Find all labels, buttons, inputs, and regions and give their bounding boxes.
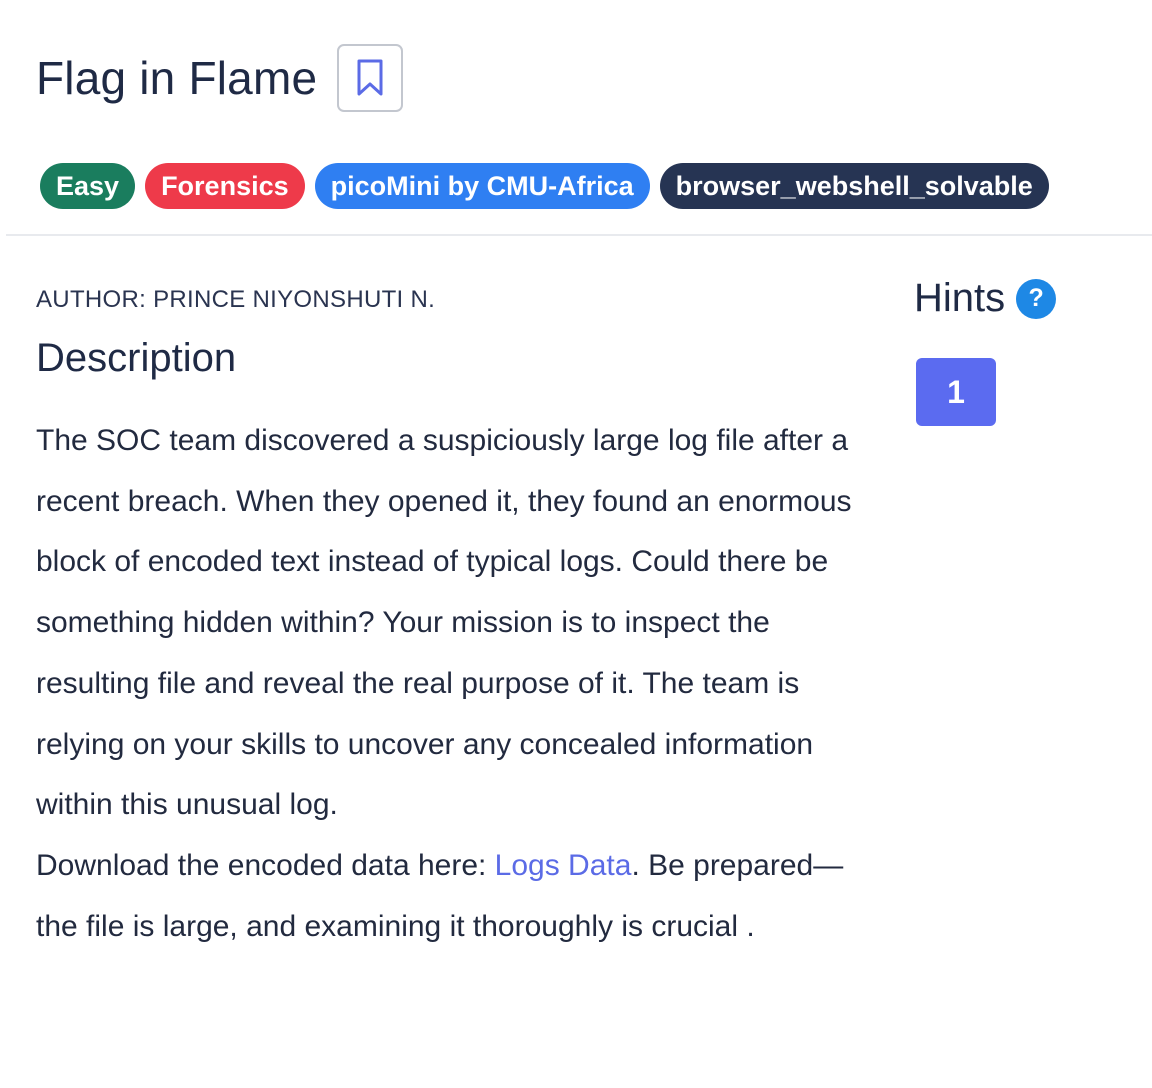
challenge-title: Flag in Flame — [36, 52, 318, 104]
bookmark-icon — [357, 59, 383, 96]
hint-button-1[interactable]: 1 — [916, 358, 996, 426]
tag-event[interactable]: picoMini by CMU-Africa — [314, 163, 650, 209]
tag-list: Easy Forensics picoMini by CMU-Africa br… — [40, 163, 1049, 209]
header-divider — [6, 234, 1152, 236]
bookmark-button[interactable] — [337, 44, 404, 112]
title-row: Flag in Flame — [36, 44, 404, 112]
tag-webshell[interactable]: browser_webshell_solvable — [659, 163, 1049, 209]
tag-difficulty[interactable]: Easy — [40, 163, 136, 209]
description-paragraph: The SOC team discovered a suspiciously l… — [36, 424, 852, 822]
hints-header: Hints ? — [914, 276, 1057, 321]
description-heading: Description — [36, 336, 237, 380]
tag-category[interactable]: Forensics — [145, 163, 305, 209]
author-label: AUTHOR: PRINCE NIYONSHUTI N. — [36, 286, 436, 313]
logs-data-link[interactable]: Logs Data — [495, 849, 632, 882]
challenge-page: Flag in Flame Easy Forensics picoMini by… — [0, 0, 1152, 1088]
download-prefix: Download the encoded data here: — [36, 848, 495, 882]
question-circle-icon[interactable]: ? — [1016, 278, 1057, 319]
download-line: Download the encoded data here: Logs Dat… — [36, 836, 866, 957]
hints-title: Hints — [914, 276, 1006, 320]
description-body: The SOC team discovered a suspiciously l… — [36, 411, 866, 957]
